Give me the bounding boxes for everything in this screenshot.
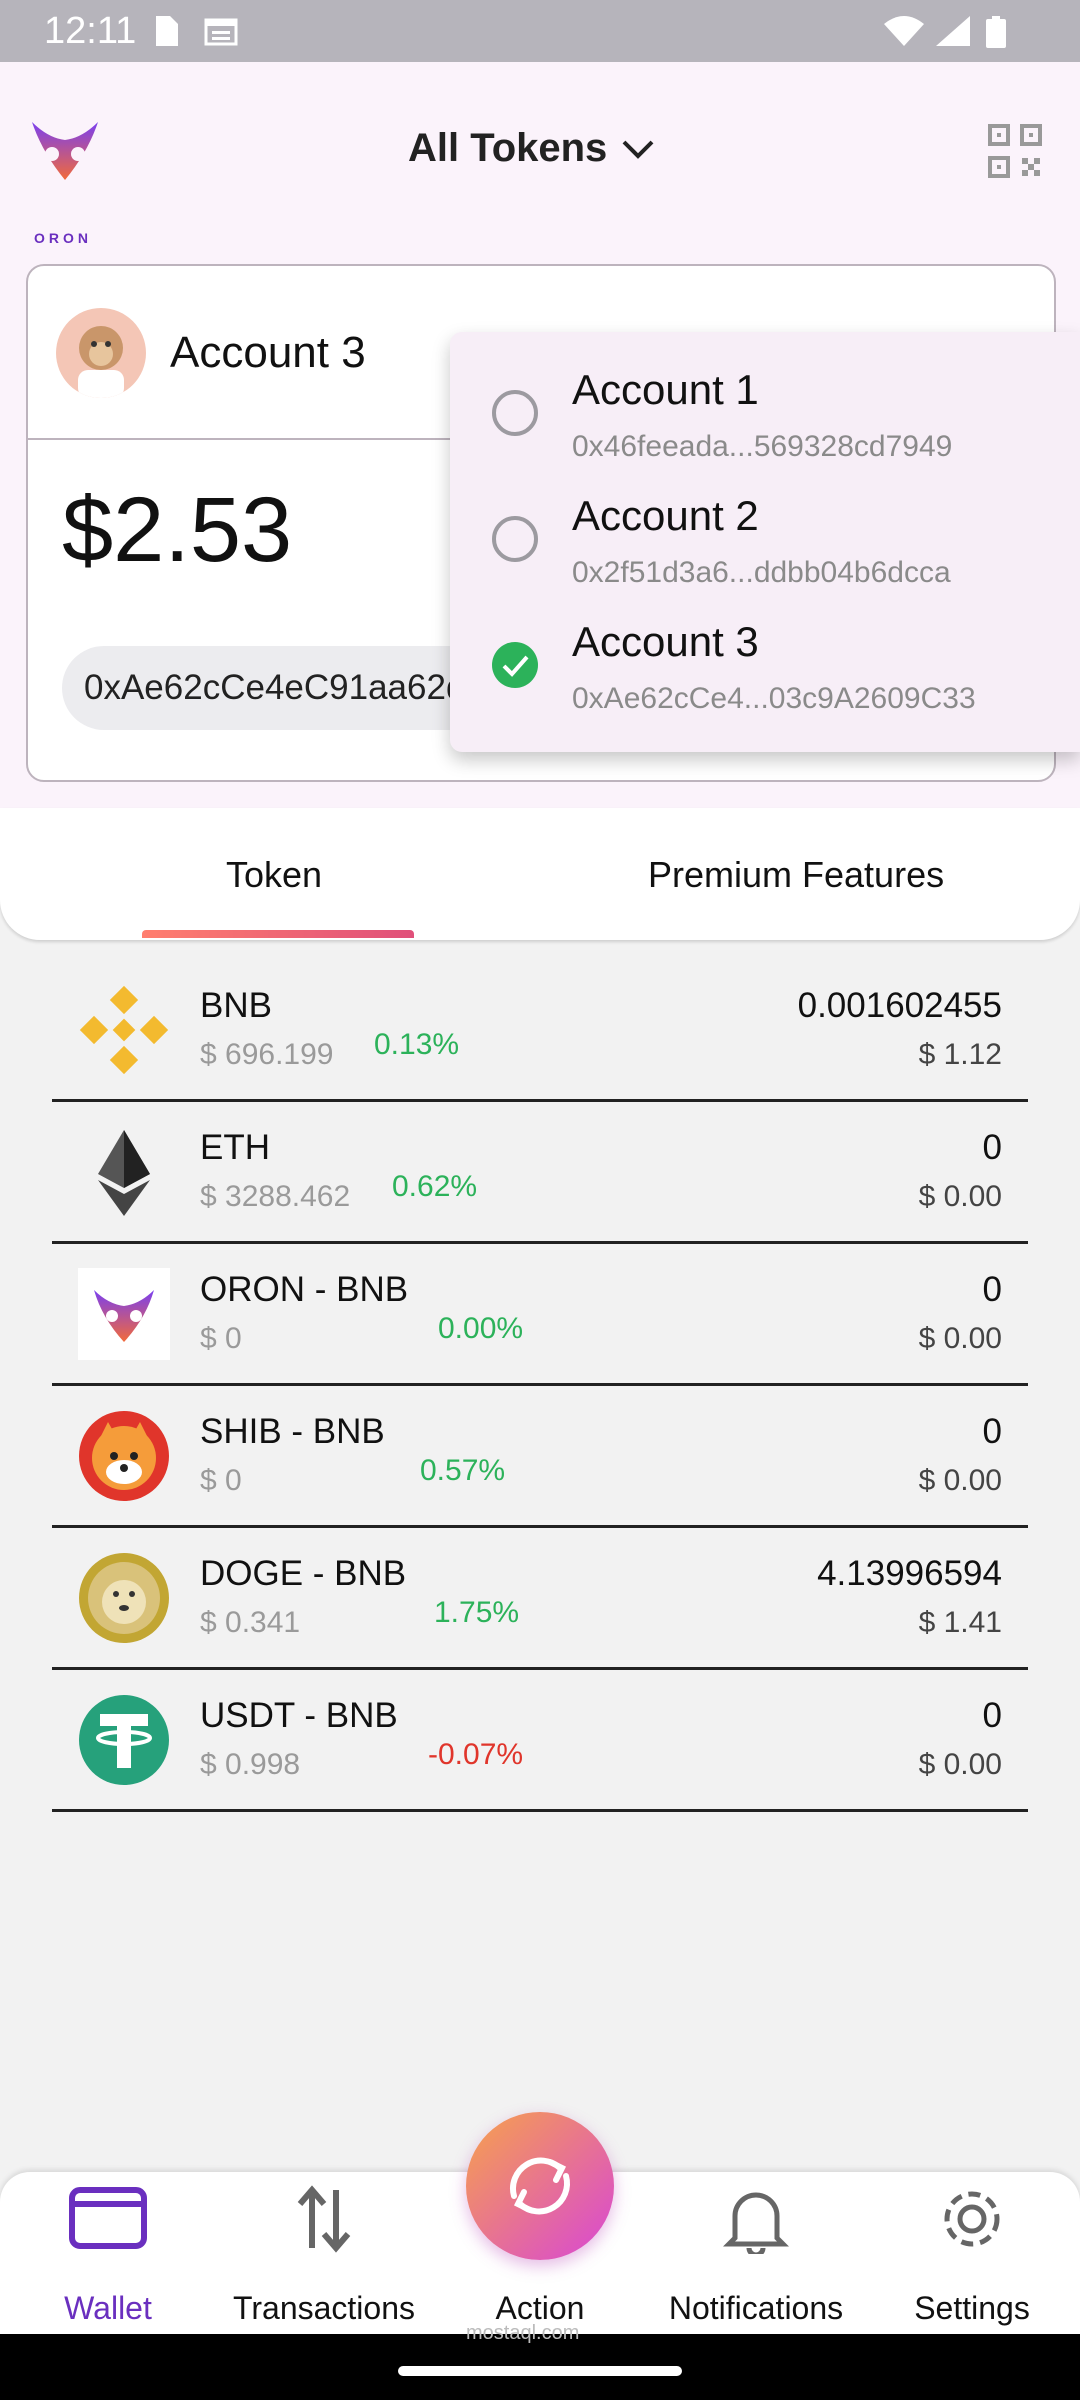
sim-card-icon bbox=[156, 16, 178, 46]
token-name: DOGE - BNB bbox=[200, 1554, 407, 1593]
token-change: -0.07% bbox=[428, 1738, 524, 1771]
token-price: $ 0.341 bbox=[200, 1606, 301, 1639]
home-indicator[interactable] bbox=[398, 2366, 682, 2376]
wifi-icon bbox=[884, 16, 924, 46]
chevron-down-icon bbox=[622, 140, 654, 159]
tab-premium-features[interactable]: Premium Features bbox=[648, 854, 944, 896]
check-circle-icon bbox=[492, 642, 538, 688]
token-price: $ 0 bbox=[200, 1322, 242, 1355]
bell-icon bbox=[723, 2192, 789, 2254]
token-row[interactable]: USDT - BNB $ 0.998 -0.07% 0 $ 0.00 bbox=[52, 1672, 1028, 1812]
token-change: 0.13% bbox=[374, 1028, 460, 1061]
status-bar: 12:11 bbox=[0, 0, 1080, 62]
swap-icon bbox=[510, 2157, 570, 2215]
logo-text: ORON bbox=[34, 230, 92, 246]
token-amount: 0 bbox=[982, 1270, 1002, 1309]
account-avatar[interactable] bbox=[56, 308, 146, 398]
watermark: mostaql.com bbox=[466, 2322, 580, 2344]
token-name: USDT - BNB bbox=[200, 1696, 398, 1735]
account-option-name: Account 3 bbox=[572, 618, 759, 665]
account-option-name: Account 2 bbox=[572, 492, 759, 539]
signal-icon bbox=[936, 16, 970, 46]
nav-label: Wallet bbox=[64, 2290, 152, 2326]
nav-notifications[interactable]: Notifications bbox=[656, 2172, 856, 2334]
radio-unchecked-icon bbox=[492, 516, 538, 562]
account-option-name: Account 1 bbox=[572, 366, 759, 413]
token-value: $ 0.00 bbox=[918, 1748, 1002, 1781]
token-amount: 4.13996594 bbox=[817, 1554, 1002, 1593]
nav-label: Notifications bbox=[668, 2290, 844, 2326]
battery-icon bbox=[986, 16, 1006, 48]
token-change: 0.57% bbox=[420, 1454, 506, 1487]
tab-token[interactable]: Token bbox=[226, 854, 322, 896]
active-tab-indicator bbox=[142, 930, 414, 938]
qr-scan-icon[interactable] bbox=[986, 122, 1044, 180]
token-list: BNB $ 696.199 0.13% 0.001602455 $ 1.12 E… bbox=[52, 962, 1028, 1814]
token-amount: 0.001602455 bbox=[797, 986, 1002, 1025]
header: ORON All Tokens Account 3 $2.53 0xAe62cC… bbox=[0, 62, 1080, 808]
account-switcher-menu: Account 1 0x46feeada...569328cd7949 Acco… bbox=[450, 332, 1080, 752]
oron-logo-icon bbox=[32, 122, 98, 180]
account-option[interactable]: Account 1 0x46feeada...569328cd7949 bbox=[450, 332, 1080, 463]
token-price: $ 3288.462 bbox=[200, 1180, 351, 1213]
eth-icon bbox=[98, 1130, 150, 1216]
oron-icon bbox=[78, 1268, 170, 1360]
token-value: $ 0.00 bbox=[918, 1322, 1002, 1355]
token-amount: 0 bbox=[982, 1696, 1002, 1735]
account-option-address: 0xAe62cCe4...03c9A2609C33 bbox=[572, 682, 976, 715]
shib-icon bbox=[79, 1411, 169, 1501]
nav-transactions[interactable]: Transactions bbox=[224, 2172, 424, 2334]
token-value: $ 0.00 bbox=[918, 1180, 1002, 1213]
radio-unchecked-icon bbox=[492, 390, 538, 436]
token-price: $ 0.998 bbox=[200, 1748, 301, 1781]
action-fab[interactable] bbox=[466, 2112, 614, 2260]
nav-label: Settings bbox=[914, 2290, 1030, 2326]
wallet-icon bbox=[69, 2187, 147, 2249]
account-option[interactable]: Account 2 0x2f51d3a6...ddbb04b6dcca bbox=[450, 458, 1080, 589]
token-amount: 0 bbox=[982, 1128, 1002, 1167]
bnb-icon bbox=[79, 985, 169, 1075]
token-row[interactable]: BNB $ 696.199 0.13% 0.001602455 $ 1.12 bbox=[52, 962, 1028, 1102]
token-price: $ 0 bbox=[200, 1464, 242, 1497]
token-name: SHIB - BNB bbox=[200, 1412, 385, 1451]
token-row[interactable]: SHIB - BNB $ 0 0.57% 0 $ 0.00 bbox=[52, 1388, 1028, 1528]
status-time: 12:11 bbox=[44, 10, 137, 52]
tab-bar: Token Premium Features bbox=[0, 808, 1080, 940]
nav-wallet[interactable]: Wallet bbox=[8, 2172, 208, 2334]
account-balance: $2.53 bbox=[62, 479, 293, 581]
token-row[interactable]: ORON - BNB $ 0 0.00% 0 $ 0.00 bbox=[52, 1246, 1028, 1386]
token-value: $ 0.00 bbox=[918, 1464, 1002, 1497]
arrows-updown-icon bbox=[297, 2185, 351, 2253]
doge-icon bbox=[79, 1553, 169, 1643]
nav-label: Transactions bbox=[233, 2290, 415, 2326]
calendar-icon bbox=[204, 18, 238, 46]
gear-icon bbox=[944, 2191, 1000, 2247]
active-account-name[interactable]: Account 3 bbox=[170, 328, 366, 378]
page-title: All Tokens bbox=[408, 126, 608, 170]
token-change: 0.62% bbox=[392, 1170, 478, 1203]
token-name: ETH bbox=[200, 1128, 270, 1167]
token-amount: 0 bbox=[982, 1412, 1002, 1451]
token-name: ORON - BNB bbox=[200, 1270, 409, 1309]
account-option[interactable]: Account 3 0xAe62cCe4...03c9A2609C33 bbox=[450, 584, 1080, 715]
token-row[interactable]: DOGE - BNB $ 0.341 1.75% 4.13996594 $ 1.… bbox=[52, 1530, 1028, 1670]
token-name: BNB bbox=[200, 986, 272, 1025]
token-value: $ 1.12 bbox=[918, 1038, 1002, 1071]
ape-avatar-icon bbox=[78, 326, 124, 398]
token-change: 1.75% bbox=[434, 1596, 520, 1629]
token-change: 0.00% bbox=[438, 1312, 524, 1345]
usdt-icon bbox=[79, 1695, 169, 1785]
token-value: $ 1.41 bbox=[918, 1606, 1002, 1639]
token-price: $ 696.199 bbox=[200, 1038, 334, 1071]
token-row[interactable]: ETH $ 3288.462 0.62% 0 $ 0.00 bbox=[52, 1104, 1028, 1244]
token-filter-dropdown[interactable]: All Tokens bbox=[408, 126, 655, 171]
nav-settings[interactable]: Settings bbox=[872, 2172, 1072, 2334]
